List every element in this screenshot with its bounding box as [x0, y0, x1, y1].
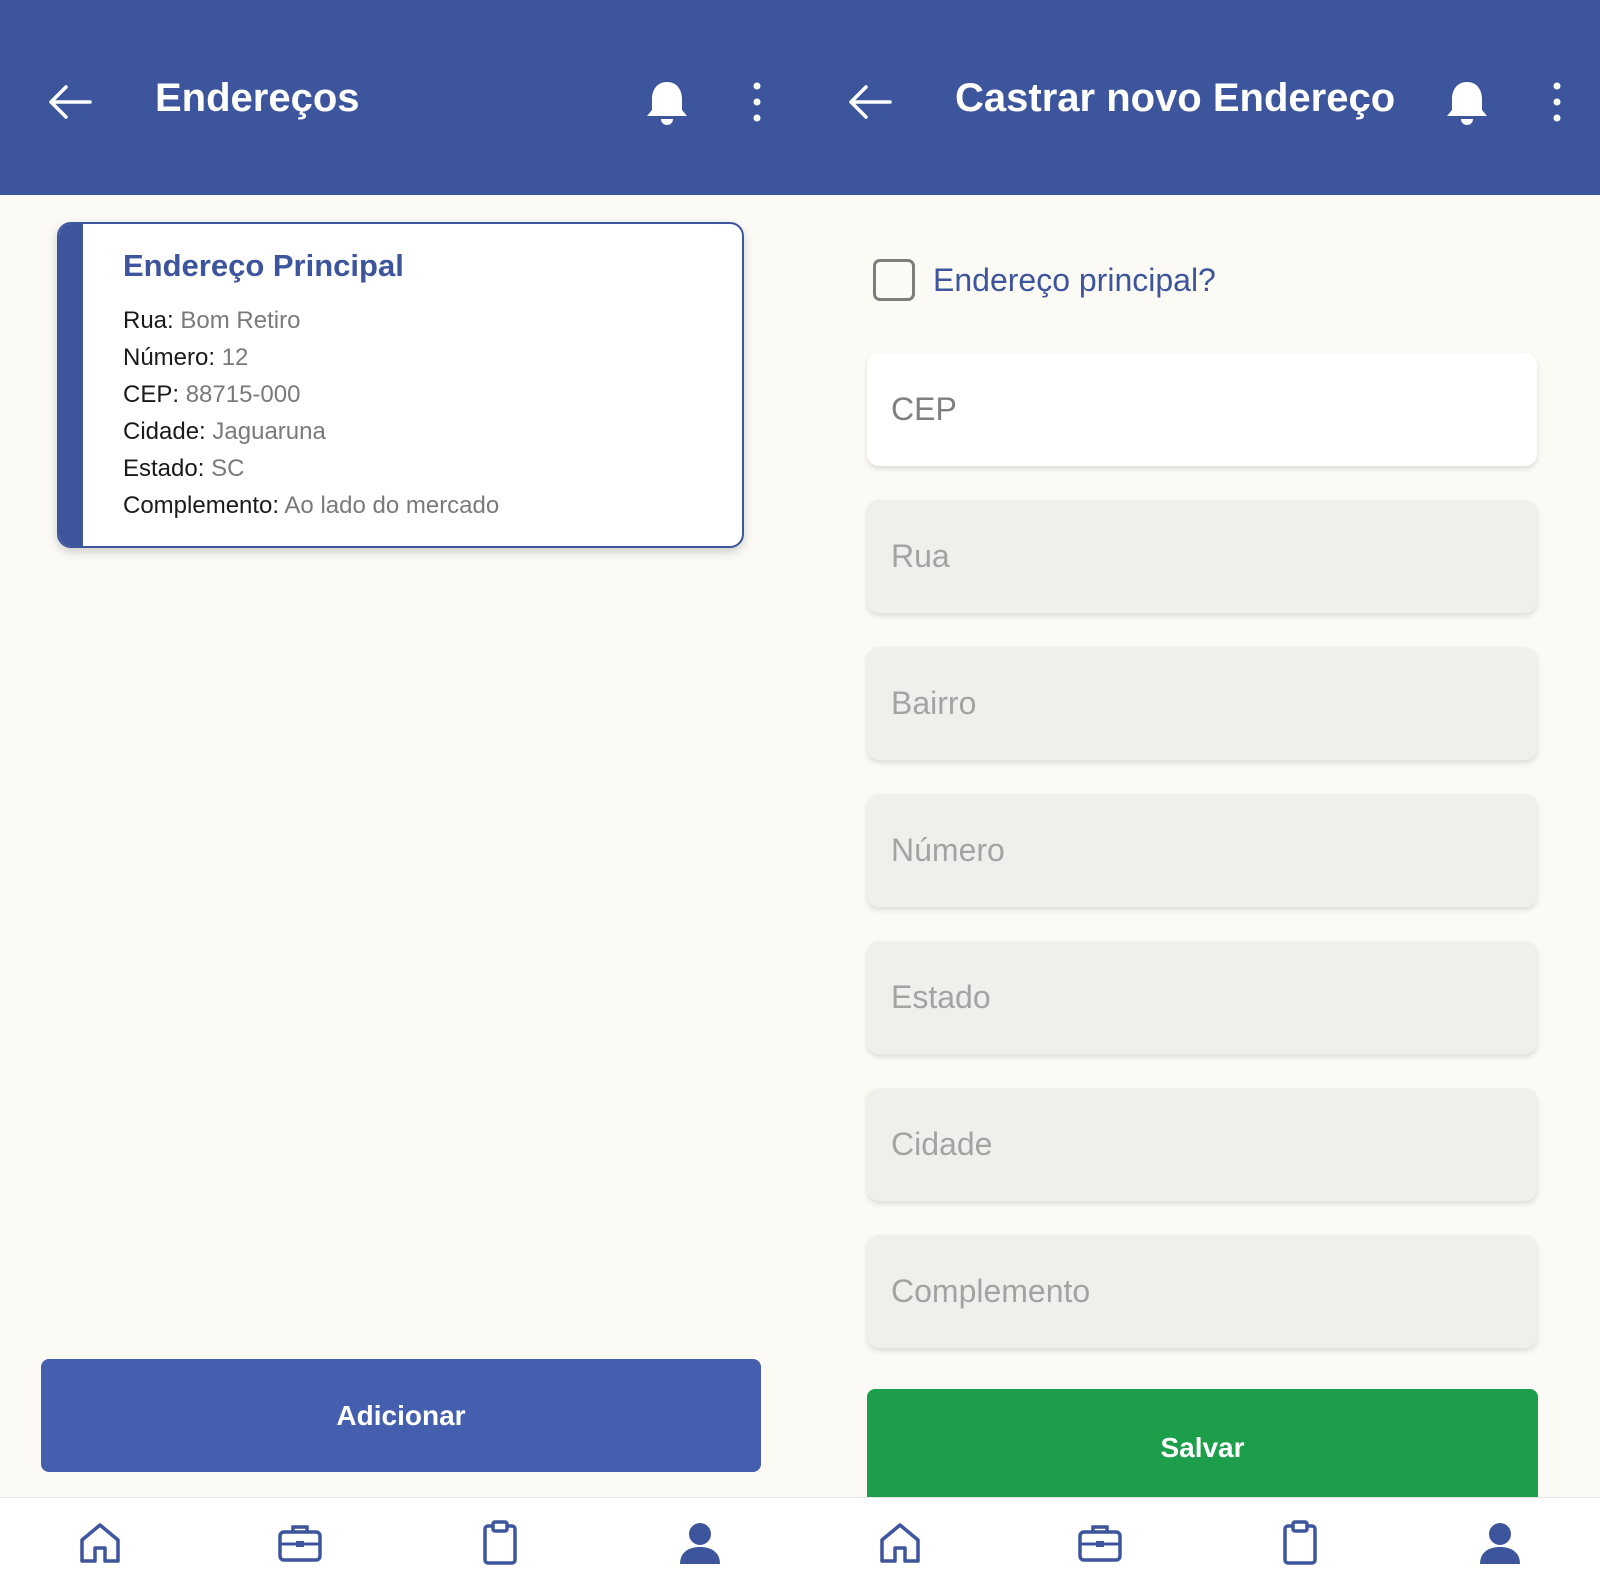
estado-input[interactable]: [867, 941, 1537, 1054]
field-value: Jaguaruna: [212, 418, 326, 445]
address-row-cep: CEP: 88715-000: [123, 376, 499, 413]
bell-icon[interactable]: [644, 78, 690, 126]
address-card[interactable]: Endereço Principal Rua: Bom Retiro Númer…: [57, 222, 744, 548]
cep-input[interactable]: [867, 353, 1537, 466]
bairro-input[interactable]: [867, 647, 1537, 760]
field-label: Estado:: [123, 455, 205, 482]
save-button[interactable]: Salvar: [867, 1389, 1538, 1507]
card-accent-stripe: [59, 224, 83, 546]
bell-icon[interactable]: [1444, 78, 1490, 126]
address-row-estado: Estado: SC: [123, 450, 499, 487]
field-label: Número:: [123, 344, 216, 371]
bottom-nav: [800, 1497, 1600, 1591]
addresses-screen: Endereços Endereço Principal Rua: Bom Re…: [0, 0, 800, 1591]
principal-address-checkbox[interactable]: [873, 259, 915, 301]
more-vertical-icon[interactable]: [1540, 80, 1574, 124]
field-value: Ao lado do mercado: [284, 492, 500, 519]
field-label: CEP:: [123, 381, 180, 408]
principal-address-checkbox-row[interactable]: Endereço principal?: [873, 258, 1216, 302]
address-row-numero: Número: 12: [123, 339, 499, 376]
app-bar: Castrar novo Endereço: [800, 0, 1600, 195]
clipboard-icon[interactable]: [473, 1516, 527, 1570]
field-label: Rua:: [123, 307, 174, 334]
field-value: Bom Retiro: [180, 307, 301, 334]
home-icon[interactable]: [73, 1516, 127, 1570]
clipboard-icon[interactable]: [1273, 1516, 1327, 1570]
page-title: Endereços: [155, 76, 360, 120]
briefcase-icon[interactable]: [1073, 1516, 1127, 1570]
back-arrow-icon[interactable]: [46, 78, 94, 126]
address-row-complemento: Complemento: Ao lado do mercado: [123, 487, 499, 524]
address-details: Rua: Bom Retiro Número: 12 CEP: 88715-00…: [123, 302, 499, 524]
more-vertical-icon[interactable]: [740, 80, 774, 124]
address-row-cidade: Cidade: Jaguaruna: [123, 413, 499, 450]
checkbox-label: Endereço principal?: [933, 261, 1216, 298]
complemento-input[interactable]: [867, 1235, 1537, 1348]
field-label: Complemento:: [123, 492, 280, 519]
add-address-button[interactable]: Adicionar: [41, 1359, 761, 1472]
new-address-screen: Castrar novo Endereço Endereço principal…: [800, 0, 1600, 1591]
briefcase-icon[interactable]: [273, 1516, 327, 1570]
page-title: Castrar novo Endereço: [955, 76, 1396, 120]
rua-input[interactable]: [867, 500, 1537, 613]
bottom-nav: [0, 1497, 800, 1591]
card-title: Endereço Principal: [123, 248, 404, 283]
home-icon[interactable]: [873, 1516, 927, 1570]
app-bar: Endereços: [0, 0, 800, 195]
user-icon[interactable]: [673, 1516, 727, 1570]
field-value: 12: [221, 344, 249, 371]
field-value: 88715-000: [185, 381, 301, 408]
numero-input[interactable]: [867, 794, 1537, 907]
field-value: SC: [211, 455, 245, 482]
user-icon[interactable]: [1473, 1516, 1527, 1570]
field-label: Cidade:: [123, 418, 206, 445]
cidade-input[interactable]: [867, 1088, 1537, 1201]
back-arrow-icon[interactable]: [846, 78, 894, 126]
address-row-rua: Rua: Bom Retiro: [123, 302, 499, 339]
